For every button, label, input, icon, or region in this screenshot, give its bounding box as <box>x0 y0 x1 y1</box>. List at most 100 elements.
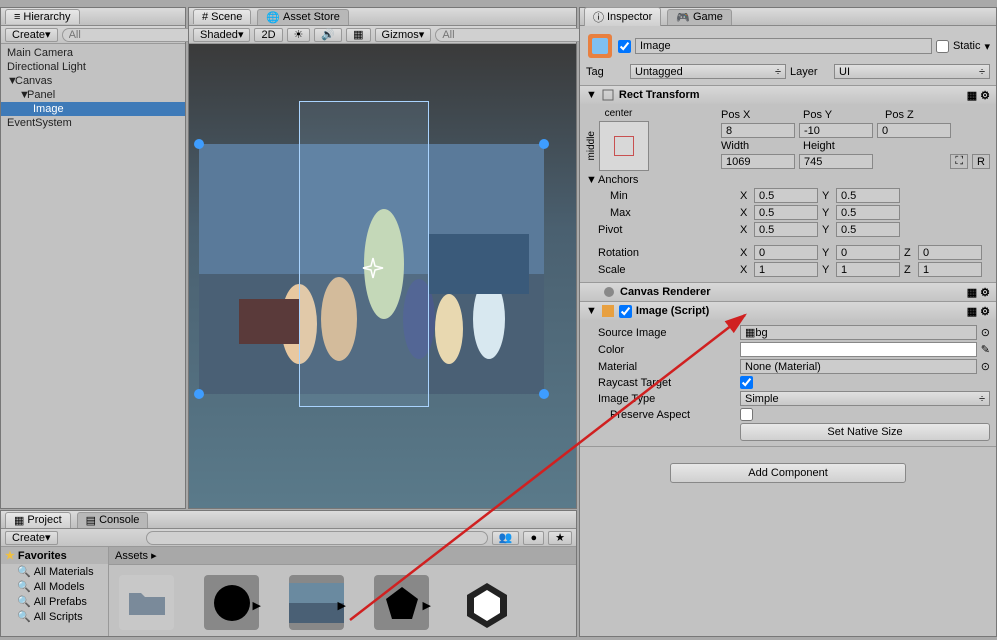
create-button[interactable]: Create ▾ <box>5 28 58 42</box>
preserve-aspect-checkbox[interactable] <box>740 408 753 421</box>
tag-dropdown[interactable]: Untagged÷ <box>630 64 786 79</box>
posy-label: Pos Y <box>803 109 881 121</box>
image-component: ▼ Image (Script) ▦ ⚙ Source Image ▦ bg⊙ … <box>580 302 996 447</box>
anchor-min-x[interactable] <box>754 188 818 203</box>
active-checkbox[interactable] <box>618 40 631 53</box>
favorite-item[interactable]: 🔍All Models <box>1 579 108 594</box>
shading-dropdown[interactable]: Shaded ▾ <box>193 28 250 42</box>
center-gizmo-icon[interactable] <box>361 256 385 280</box>
search-save-button[interactable]: ★ <box>548 531 572 545</box>
hierarchy-item[interactable]: Main Camera <box>1 46 185 60</box>
add-component-button[interactable]: Add Component <box>670 463 906 483</box>
project-breadcrumb[interactable]: Assets ▸ <box>109 547 576 565</box>
asset-texture-bg[interactable]: ▶ <box>289 575 344 630</box>
hierarchy-tree: Main Camera Directional Light ▼Canvas ▼P… <box>1 44 185 132</box>
audio-toggle[interactable]: 🔊 <box>314 28 342 42</box>
search-type-button[interactable]: ● <box>523 531 544 545</box>
image-type-dropdown[interactable]: Simple÷ <box>740 391 990 406</box>
raycast-checkbox[interactable] <box>740 376 753 389</box>
search-filter-button[interactable]: 👥 <box>492 531 520 545</box>
image-enabled-checkbox[interactable] <box>619 305 632 318</box>
rot-x[interactable] <box>754 245 818 260</box>
selection-rect[interactable] <box>299 101 429 407</box>
favorite-item[interactable]: 🔍All Materials <box>1 564 108 579</box>
scene-search[interactable] <box>435 28 591 42</box>
gameobject-name-input[interactable] <box>635 38 932 54</box>
scene-header: # Scene 🌐 Asset Store <box>189 8 576 26</box>
hierarchy-item-selected[interactable]: Image <box>1 102 185 116</box>
inspector-tab[interactable]: ⓘ Inspector <box>584 7 661 26</box>
image-icon <box>601 304 615 318</box>
game-tab[interactable]: 🎮 Game <box>667 9 732 25</box>
project-create-button[interactable]: Create ▾ <box>5 531 58 545</box>
set-native-size-button[interactable]: Set Native Size <box>740 423 990 441</box>
anchor-max-x[interactable] <box>754 205 818 220</box>
hierarchy-panel: ≡ Hierarchy Create ▾ Main Camera Directi… <box>0 7 186 509</box>
gizmos-dropdown[interactable]: Gizmos ▾ <box>375 28 432 42</box>
favorites-header[interactable]: ★Favorites <box>1 547 108 564</box>
material-field[interactable]: None (Material) <box>740 359 977 374</box>
anchor-preset-button[interactable] <box>599 121 649 171</box>
source-image-field[interactable]: ▦ bg <box>740 325 977 340</box>
scale-z[interactable] <box>918 262 982 277</box>
unity-logo-icon <box>462 578 512 628</box>
posx-input[interactable] <box>721 123 795 138</box>
raw-edit-button[interactable]: R <box>972 154 990 169</box>
resize-handle[interactable] <box>194 139 204 149</box>
scale-label: Scale <box>586 264 736 276</box>
hierarchy-item[interactable]: EventSystem <box>1 116 185 130</box>
height-input[interactable] <box>799 154 873 169</box>
hierarchy-item[interactable]: ▼Canvas <box>1 74 185 88</box>
posz-input[interactable] <box>877 123 951 138</box>
scene-view[interactable] <box>189 44 576 508</box>
hierarchy-tab[interactable]: ≡ Hierarchy <box>5 9 80 24</box>
static-checkbox[interactable] <box>936 40 949 53</box>
console-tab[interactable]: ▤ Console <box>77 512 149 528</box>
scale-x[interactable] <box>754 262 818 277</box>
hierarchy-item[interactable]: ▼Panel <box>1 88 185 102</box>
pivot-x[interactable] <box>754 222 818 237</box>
hierarchy-item[interactable]: Directional Light <box>1 60 185 74</box>
material-label: Material <box>586 361 736 373</box>
asset-sprite[interactable]: ▶ <box>374 575 429 630</box>
2d-toggle[interactable]: 2D <box>254 28 282 42</box>
resize-handle[interactable] <box>539 139 549 149</box>
posz-label: Pos Z <box>885 109 963 121</box>
asset-scene[interactable] <box>459 575 514 630</box>
resize-handle[interactable] <box>539 389 549 399</box>
canvas-renderer-header[interactable]: Canvas Renderer ▦ ⚙ <box>580 283 996 301</box>
blueprint-button[interactable]: ⛶ <box>950 154 968 169</box>
lighting-toggle[interactable]: ☀ <box>287 28 311 42</box>
rect-transform-icon <box>601 88 615 102</box>
min-label: Min <box>586 190 736 202</box>
favorite-item[interactable]: 🔍All Prefabs <box>1 594 108 609</box>
asset-folder[interactable] <box>119 575 174 630</box>
scene-tab[interactable]: # Scene <box>193 9 251 24</box>
folder-icon <box>127 587 167 619</box>
asset-sprite[interactable]: ▶ <box>204 575 259 630</box>
object-picker-icon[interactable]: ⊙ <box>981 360 990 373</box>
layer-dropdown[interactable]: UI÷ <box>834 64 990 79</box>
rot-z[interactable] <box>918 245 982 260</box>
project-search[interactable] <box>146 531 488 545</box>
posy-input[interactable] <box>799 123 873 138</box>
width-input[interactable] <box>721 154 795 169</box>
eyedropper-icon[interactable]: ✎ <box>981 343 990 356</box>
rot-y[interactable] <box>836 245 900 260</box>
anchor-max-y[interactable] <box>836 205 900 220</box>
color-field[interactable] <box>740 342 977 357</box>
assetstore-tab[interactable]: 🌐 Asset Store <box>257 9 349 25</box>
fx-toggle[interactable]: ▦ <box>346 28 370 42</box>
anchor-min-y[interactable] <box>836 188 900 203</box>
image-header[interactable]: ▼ Image (Script) ▦ ⚙ <box>580 302 996 320</box>
scene-toolbar: Shaded ▾ 2D ☀ 🔊 ▦ Gizmos ▾ <box>189 26 576 44</box>
layer-label: Layer <box>790 66 830 78</box>
project-tab[interactable]: ▦ Project <box>5 512 71 528</box>
rect-transform-header[interactable]: ▼ Rect Transform ▦ ⚙ <box>580 86 996 104</box>
resize-handle[interactable] <box>194 389 204 399</box>
pivot-y[interactable] <box>836 222 900 237</box>
scale-y[interactable] <box>836 262 900 277</box>
favorite-item[interactable]: 🔍All Scripts <box>1 609 108 624</box>
gameobject-header: Static ▾ Tag Untagged÷ Layer UI÷ <box>580 26 996 86</box>
object-picker-icon[interactable]: ⊙ <box>981 326 990 339</box>
